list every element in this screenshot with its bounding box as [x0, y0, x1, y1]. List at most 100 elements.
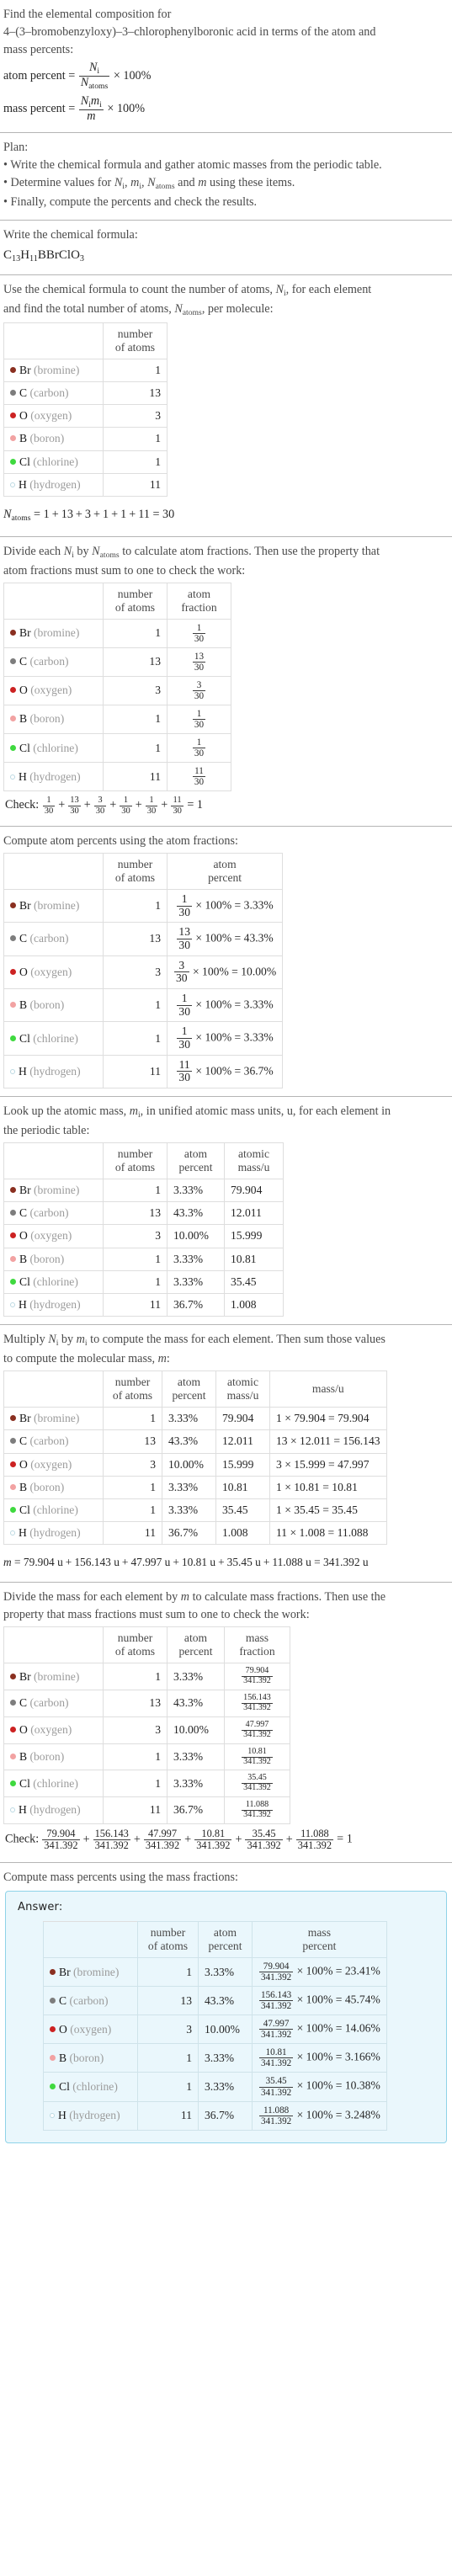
- atom-percent-value: 36.7%: [243, 1064, 274, 1078]
- natoms-term: 11: [138, 507, 150, 521]
- atom-fraction-cell: 1 30: [167, 618, 231, 648]
- mass-fraction-cell: 156.143 341.392: [224, 1690, 290, 1717]
- header-number-of-atoms: number of atoms: [103, 582, 168, 620]
- fraction-numerator: 11: [194, 766, 204, 777]
- element-full-name: (boron): [29, 1252, 65, 1265]
- fraction: 35.45 341.392: [245, 1828, 283, 1852]
- fraction-numerator: 3: [196, 679, 202, 690]
- formula-Br: Br: [45, 248, 59, 263]
- mass-term: 10.81 u: [181, 1556, 216, 1569]
- atomic-mass-cell: 79.904: [215, 1407, 270, 1431]
- mass-percent-value: 3.248%: [344, 2108, 380, 2121]
- fraction: 156.143 341.392: [93, 1828, 130, 1852]
- atom-count-cell: 1: [103, 1179, 168, 1203]
- fraction-denominator: 30: [192, 632, 206, 644]
- table-row: B (boron) 1: [3, 427, 168, 451]
- atom-percent-cell: 3.33%: [167, 1770, 225, 1798]
- mass-fraction-table: number of atoms atom percent mass fraction …: [3, 1626, 290, 1824]
- plan-bullet-2: • Determine values for Ni, mi, Natoms an…: [3, 176, 295, 192]
- fraction-numerator: 47.997: [147, 1827, 178, 1839]
- element-color-dot-icon: [50, 2083, 56, 2089]
- fraction: 1 30: [177, 892, 192, 918]
- element-name-cell: O (oxygen): [3, 1452, 104, 1477]
- problem-statement: Find the elemental composition for 4–(3–…: [3, 7, 449, 58]
- atom-count-cell: 11: [103, 762, 168, 792]
- element-full-name: (chlorine): [33, 741, 78, 754]
- fraction: 3 30: [192, 679, 206, 701]
- element-full-name: (chlorine): [33, 455, 78, 468]
- answer-box: Answer: number of atoms atom percent mass p…: [5, 1890, 447, 2143]
- mass-fraction-cell: 47.997 341.392: [224, 1716, 290, 1744]
- atom-percent-definition-label: atom percent =: [3, 69, 76, 83]
- atom-percent-times-100: × 100%: [113, 69, 152, 83]
- header-number-of-atoms: number of atoms: [103, 322, 168, 359]
- atom-percent-cell: 3 30 × 100% = 10.00%: [166, 955, 284, 990]
- element-symbol: B: [19, 1749, 28, 1763]
- element-symbol: H: [19, 1298, 27, 1312]
- element-symbol: B: [19, 712, 28, 726]
- problem-line-3: mass percents:: [3, 43, 74, 57]
- element-color-dot-icon: [10, 1255, 16, 1262]
- fraction-numerator: 1: [181, 992, 188, 1005]
- header-mass-percent: mass percent: [252, 1921, 387, 1959]
- atom-percent-cell: 3.33%: [198, 2043, 253, 2073]
- fraction-denominator: 30: [145, 805, 158, 816]
- mass-term: 156.143 u: [74, 1556, 120, 1569]
- fraction-numerator: 11: [173, 796, 182, 806]
- element-full-name: (chlorine): [33, 1504, 78, 1516]
- atom-percent-cell: 3.33%: [198, 1957, 253, 1988]
- atom-count-cell: 11: [103, 1054, 168, 1089]
- fraction-numerator: 11: [178, 1057, 190, 1071]
- element-color-dot-icon: [10, 1438, 16, 1445]
- fraction-denominator: 30: [93, 805, 107, 816]
- element-symbol: Cl: [19, 1275, 30, 1288]
- atom-fraction-cell: 11 30: [167, 762, 231, 792]
- element-color-dot-icon: [10, 1530, 15, 1536]
- element-color-dot-icon: [10, 1232, 16, 1239]
- element-symbol: Cl: [19, 1504, 30, 1516]
- chemical-formula-heading: Write the chemical formula:: [3, 228, 138, 242]
- atom-percent-cell: 3.33%: [198, 2072, 253, 2102]
- fraction-denominator: 341.392: [143, 1839, 182, 1852]
- atom-count-section: Use the chemical formula to count the nu…: [0, 275, 452, 536]
- fraction-numerator: 1: [196, 622, 202, 633]
- element-name-cell: C (carbon): [3, 1690, 104, 1717]
- atom-count-cell: 1: [103, 1498, 162, 1523]
- fraction-denominator: 341.392: [242, 1809, 273, 1819]
- element-full-name: (oxygen): [30, 1457, 72, 1471]
- fraction: 47.997 341.392: [143, 1827, 182, 1852]
- mass-term: 79.904 u: [23, 1556, 63, 1569]
- element-name-cell: Br (bromine): [3, 618, 104, 648]
- element-full-name: (carbon): [29, 1696, 69, 1710]
- atom-count-cell: 13: [137, 1986, 199, 2016]
- atomic-mass-cell: 10.81: [215, 1475, 270, 1500]
- atom-count-cell: 13: [103, 922, 168, 956]
- natoms-term: 1: [43, 507, 50, 521]
- atom-percent-cell: 10.00%: [167, 1716, 225, 1744]
- natoms-term: 3: [84, 507, 92, 521]
- fraction-numerator: 1: [196, 737, 202, 748]
- table-header-row: number of atoms atom percent mass fraction: [3, 1626, 290, 1664]
- mass-percent-value: 45.74%: [344, 1993, 380, 2006]
- element-full-name: (oxygen): [30, 1229, 72, 1243]
- header-atomic-mass: atomic mass/u: [224, 1142, 284, 1180]
- fraction-numerator: 13: [70, 796, 79, 806]
- table-row: C (carbon) 13 13 30: [3, 647, 231, 677]
- natoms-terms-list: 1 +13 +3 +1 +1 +11: [43, 507, 150, 521]
- atom-fraction-table-body: Br (bromine) 1 1 30 C (carbon) 13 13 30 O (oxyge…: [3, 618, 231, 792]
- header-atom-fraction: atom fraction: [167, 582, 231, 620]
- atom-fraction-section: Divide each Ni by Natoms to calculate at…: [0, 537, 452, 826]
- element-symbol: O: [19, 409, 28, 423]
- mass-percent-cell: 10.81 341.392 × 100% = 3.166%: [252, 2043, 387, 2073]
- atom-percent-cell: 36.7%: [162, 1521, 216, 1546]
- fraction-numerator: 79.904: [46, 1827, 76, 1839]
- atom-percent-cell: 3.33%: [167, 1743, 225, 1771]
- header-element: [3, 852, 104, 891]
- element-symbol: O: [19, 1457, 28, 1471]
- fraction-numerator: 10.81: [247, 1746, 267, 1756]
- element-name-cell: O (oxygen): [3, 404, 104, 428]
- fraction-denominator: 341.392: [259, 2057, 294, 2069]
- fraction-numerator: 10.81: [265, 2047, 287, 2058]
- atom-fraction-text-2: atom fractions must sum to one to check …: [3, 563, 246, 577]
- atom-percent-cell: 43.3%: [162, 1429, 216, 1454]
